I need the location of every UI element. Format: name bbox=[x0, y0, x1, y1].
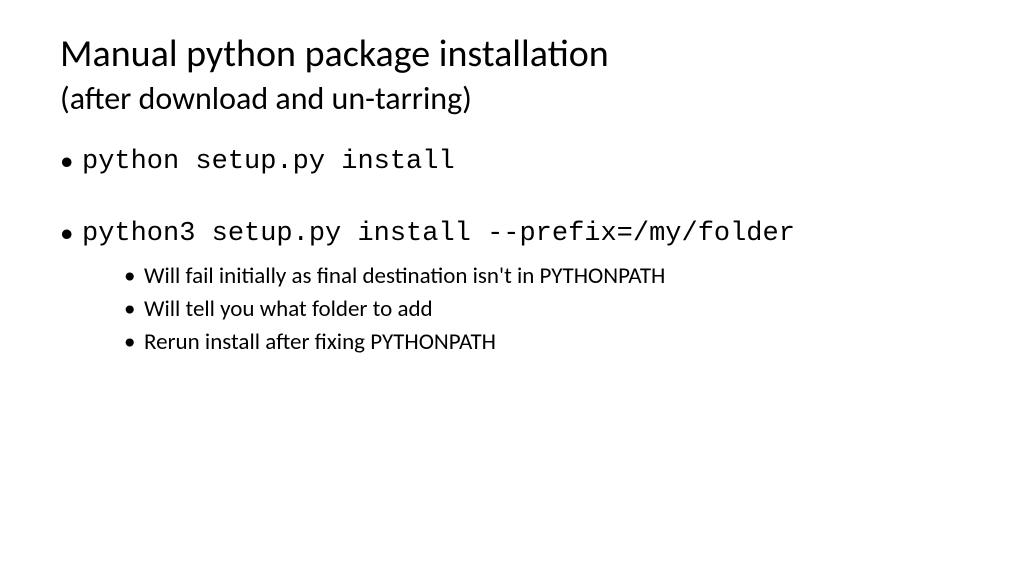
list-item: python3 setup.py install --prefix=/my/fo… bbox=[60, 216, 964, 358]
bullet-text: Rerun install after fixing PYTHONPATH bbox=[144, 328, 496, 356]
list-item: python setup.py install bbox=[60, 144, 964, 180]
bullet-text: Will fail initially as final destination… bbox=[144, 262, 665, 290]
bullet-text: python3 setup.py install --prefix=/my/fo… bbox=[82, 219, 795, 249]
list-item: Will tell you what folder to add bbox=[124, 294, 964, 325]
list-item: Rerun install after fixing PYTHONPATH bbox=[124, 327, 964, 358]
bullet-list: python setup.py install python3 setup.py… bbox=[60, 144, 964, 358]
slide-title: Manual python package installation bbox=[60, 32, 964, 78]
bullet-text: python setup.py install bbox=[82, 147, 455, 177]
bullet-sublist: Will fail initially as final destination… bbox=[82, 261, 964, 358]
list-item: Will fail initially as final destination… bbox=[124, 261, 964, 292]
bullet-text: Will tell you what folder to add bbox=[144, 295, 433, 323]
slide-subtitle: (after download and un-tarring) bbox=[60, 80, 964, 118]
